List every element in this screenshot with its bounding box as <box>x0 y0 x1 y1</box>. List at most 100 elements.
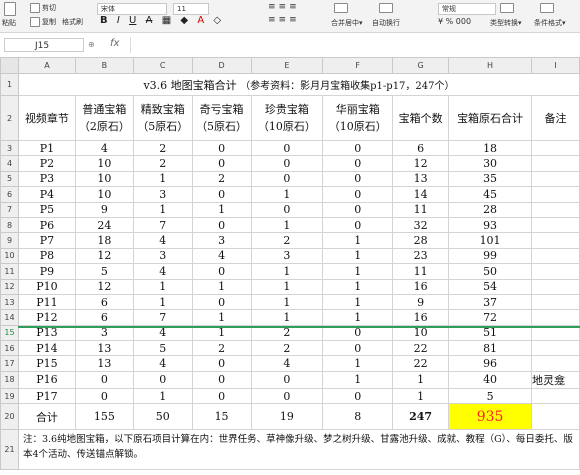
underline-button[interactable]: U <box>129 15 136 26</box>
table-cell[interactable]: 22 <box>392 340 450 357</box>
remark-cell[interactable] <box>531 293 580 311</box>
table-cell[interactable]: 1 <box>322 232 394 249</box>
column-header-g[interactable]: G <box>392 57 450 74</box>
table-cell[interactable]: 4 <box>132 263 193 280</box>
table-cell[interactable]: 1 <box>250 263 324 280</box>
table-cell[interactable]: 35 <box>448 170 533 188</box>
table-cell[interactable]: 18 <box>74 232 134 249</box>
table-cell[interactable]: 99 <box>448 247 533 265</box>
table-cell[interactable]: 1 <box>191 201 252 218</box>
chapter-cell[interactable]: P1 <box>17 139 76 157</box>
select-all-corner[interactable] <box>0 57 19 74</box>
type-convert-button[interactable]: 类型转换▾ <box>490 18 522 28</box>
header-chapter[interactable]: 视频章节 <box>17 95 76 141</box>
total-cell[interactable]: 19 <box>250 403 324 431</box>
chapter-cell[interactable]: P10 <box>17 278 76 295</box>
header-remarkable-chest[interactable]: 奇亏宝箱 （5原石） <box>191 95 252 141</box>
table-cell[interactable]: 0 <box>322 170 394 188</box>
table-cell[interactable]: 0 <box>322 340 394 357</box>
font-color-icon[interactable]: A <box>197 15 204 26</box>
total-cell[interactable]: 15 <box>191 403 252 431</box>
column-header-d[interactable]: D <box>191 57 252 74</box>
number-format-dropdown[interactable]: 常规 <box>438 3 496 15</box>
table-cell[interactable]: 13 <box>74 340 134 357</box>
bold-button[interactable]: B <box>100 15 108 26</box>
zoom-search-icon[interactable]: ⊕ <box>88 40 95 49</box>
row-number[interactable]: 19 <box>0 387 19 405</box>
table-cell[interactable]: 22 <box>392 355 450 372</box>
table-cell[interactable]: 30 <box>448 155 533 172</box>
table-cell[interactable]: 0 <box>250 139 324 157</box>
table-cell[interactable]: 16 <box>392 278 450 295</box>
table-cell[interactable]: 0 <box>322 186 394 203</box>
format-painter-button[interactable]: 格式刷 <box>62 17 83 27</box>
table-cell[interactable]: 1 <box>322 293 394 311</box>
table-cell[interactable]: 0 <box>322 155 394 172</box>
table-cell[interactable]: 0 <box>191 155 252 172</box>
table-cell[interactable]: 1 <box>322 355 394 372</box>
percent-button[interactable]: % <box>446 17 454 26</box>
row-number[interactable]: 2 <box>0 95 19 141</box>
row-number[interactable]: 3 <box>0 139 19 157</box>
chapter-cell[interactable]: P11 <box>17 293 76 311</box>
table-cell[interactable]: 1 <box>191 309 252 326</box>
header-precious-chest[interactable]: 珍贵宝箱 （10原石） <box>250 95 324 141</box>
table-cell[interactable]: 1 <box>322 263 394 280</box>
footnote-cell[interactable]: 注：3.6纯地图宝箱，以下原石项目计算在内：世界任务、草神像升级、梦之树升级、甘… <box>17 429 580 471</box>
table-cell[interactable]: 1 <box>322 370 394 389</box>
table-cell[interactable]: 1 <box>322 278 394 295</box>
table-cell[interactable]: 14 <box>392 186 450 203</box>
font-size-dropdown[interactable]: 11 <box>173 3 209 15</box>
table-cell[interactable]: 2 <box>250 232 324 249</box>
header-primogem-total[interactable]: 宝箱原石合计 <box>448 95 533 141</box>
row-number[interactable]: 10 <box>0 247 19 265</box>
remark-cell[interactable] <box>531 232 580 249</box>
name-box[interactable]: J15 <box>4 38 84 52</box>
number-format-buttons[interactable]: ¥ % 000 <box>438 17 471 26</box>
table-cell[interactable]: 4 <box>191 247 252 265</box>
header-remarks[interactable]: 备注 <box>531 95 580 141</box>
row-number[interactable]: 13 <box>0 293 19 311</box>
row-number[interactable]: 11 <box>0 263 19 280</box>
table-cell[interactable]: 54 <box>448 278 533 295</box>
column-header-c[interactable]: C <box>132 57 193 74</box>
table-cell[interactable]: 1 <box>132 293 193 311</box>
table-cell[interactable]: 6 <box>392 139 450 157</box>
table-cell[interactable]: 3 <box>132 247 193 265</box>
table-cell[interactable]: 45 <box>448 186 533 203</box>
row-number[interactable]: 5 <box>0 170 19 188</box>
row-number[interactable]: 15 <box>0 324 19 342</box>
table-cell[interactable]: 1 <box>132 278 193 295</box>
table-cell[interactable]: 1 <box>392 387 450 405</box>
total-chest-count[interactable]: 247 <box>392 403 450 431</box>
chapter-cell[interactable]: P6 <box>17 216 76 234</box>
header-common-chest[interactable]: 普通宝箱 （2原石） <box>74 95 134 141</box>
table-cell[interactable]: 1 <box>132 387 193 405</box>
table-cell[interactable]: 1 <box>132 201 193 218</box>
remark-cell[interactable] <box>531 263 580 280</box>
chapter-cell[interactable]: P2 <box>17 155 76 172</box>
table-cell[interactable]: 7 <box>132 216 193 234</box>
table-cell[interactable]: 5 <box>132 340 193 357</box>
table-cell[interactable]: 0 <box>132 370 193 389</box>
merge-center-button[interactable]: 合并居中▾ <box>331 18 363 28</box>
table-cell[interactable]: 1 <box>132 170 193 188</box>
conditional-format-icon[interactable] <box>540 3 556 13</box>
table-cell[interactable]: 0 <box>322 216 394 234</box>
row-number[interactable]: 7 <box>0 201 19 218</box>
table-cell[interactable]: 6 <box>74 293 134 311</box>
table-cell[interactable]: 0 <box>74 387 134 405</box>
remark-cell[interactable] <box>531 309 580 326</box>
table-cell[interactable]: 0 <box>191 186 252 203</box>
eraser-icon[interactable]: ◇ <box>213 15 221 26</box>
table-cell[interactable]: 4 <box>74 139 134 157</box>
table-cell[interactable]: 1 <box>250 186 324 203</box>
total-cell[interactable]: 8 <box>322 403 394 431</box>
row-number[interactable]: 4 <box>0 155 19 172</box>
remark-cell[interactable] <box>531 155 580 172</box>
total-cell[interactable]: 50 <box>132 403 193 431</box>
column-header-e[interactable]: E <box>250 57 324 74</box>
table-cell[interactable]: 0 <box>250 155 324 172</box>
type-convert-icon[interactable] <box>500 3 516 13</box>
table-cell[interactable]: 1 <box>191 278 252 295</box>
